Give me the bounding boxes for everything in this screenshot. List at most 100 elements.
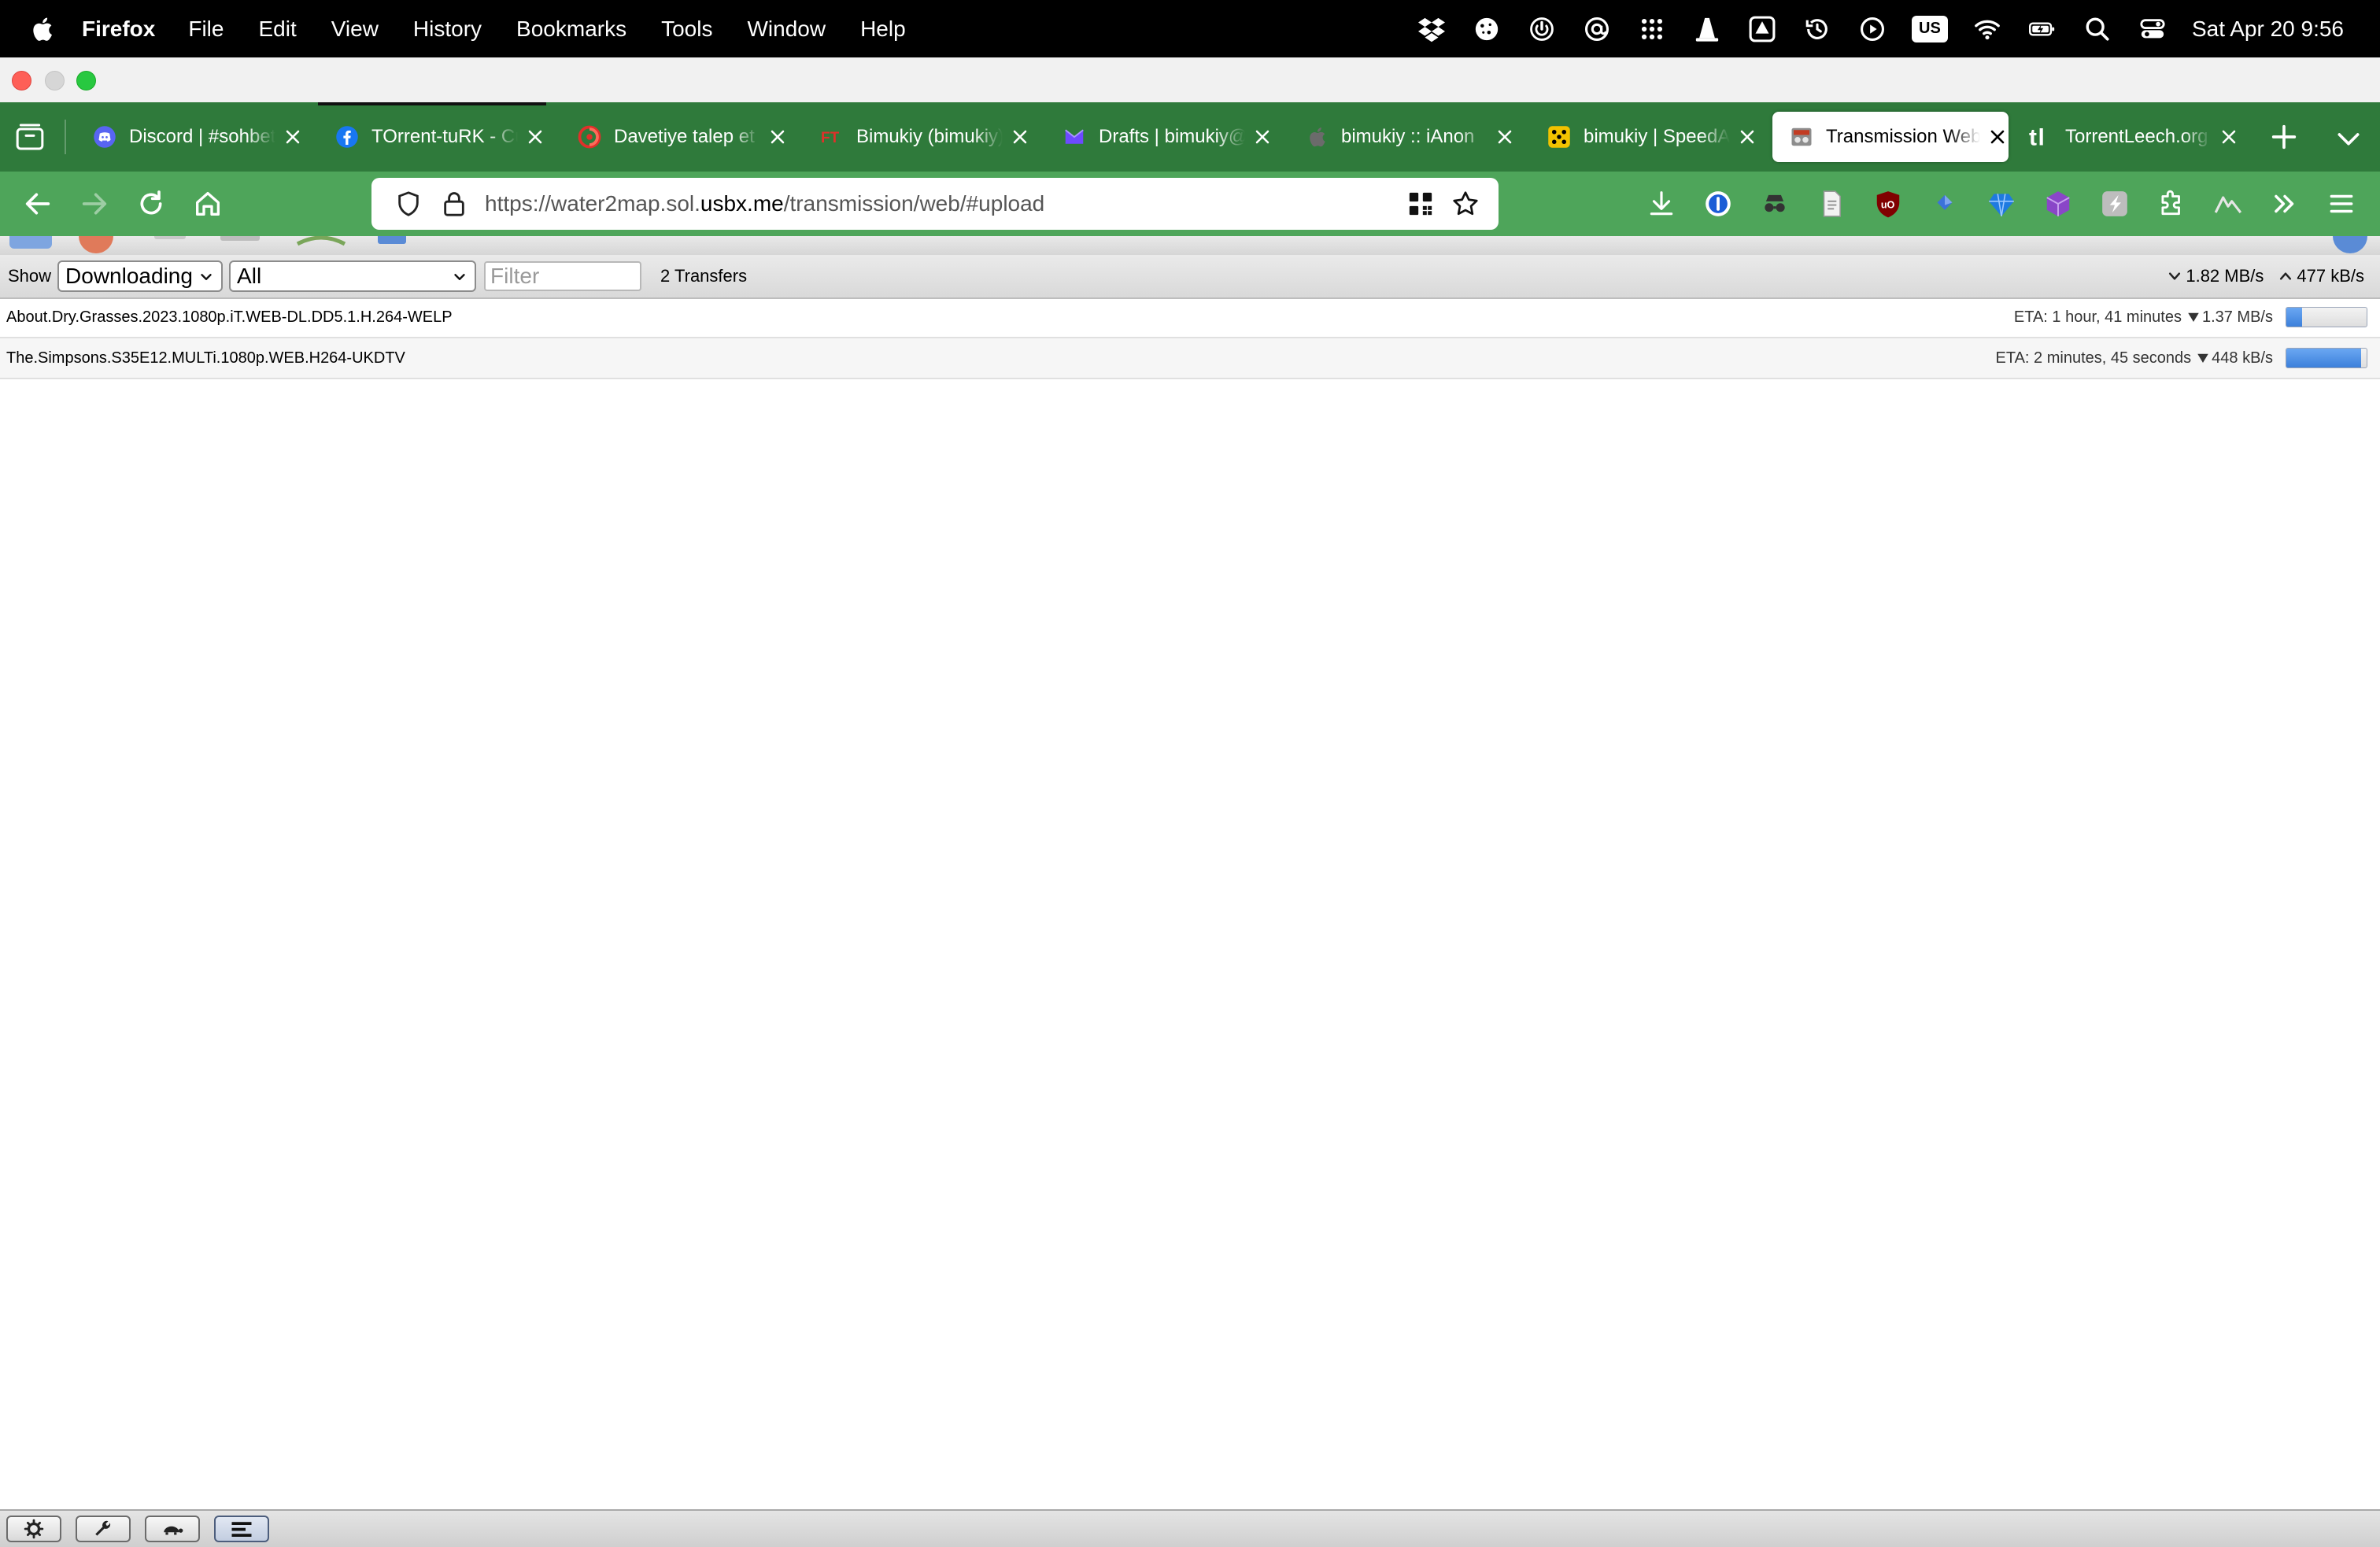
- torrent-name: About.Dry.Grasses.2023.1080p.iT.WEB-DL.D…: [6, 308, 453, 326]
- menu-tools[interactable]: Tools: [661, 17, 712, 42]
- purple-cube-icon[interactable]: [2043, 189, 2073, 219]
- time-machine-icon[interactable]: [1802, 13, 1833, 45]
- list-all-tabs-chevron-icon[interactable]: [2333, 123, 2364, 154]
- tab-discord[interactable]: Discord | #sohbet: [76, 112, 304, 162]
- keyboard-layout-indicator[interactable]: US: [1911, 15, 1948, 42]
- tab-proton-drafts[interactable]: Drafts | bimukiy@: [1045, 112, 1273, 162]
- battery-charging-icon[interactable]: [2027, 13, 2058, 45]
- mountain-a-icon[interactable]: [2213, 189, 2243, 219]
- tab-label: Davetiye talep et |: [614, 126, 760, 147]
- lock-icon[interactable]: [442, 190, 466, 217]
- status-filter-value: Downloading: [65, 264, 193, 288]
- tab-close-icon[interactable]: [1494, 126, 1516, 148]
- download-triangle-icon: [2188, 312, 2199, 322]
- extensions-puzzle-icon[interactable]: [2156, 189, 2186, 219]
- tracker-filter-select[interactable]: All: [229, 260, 477, 292]
- overflow-chevrons-icon[interactable]: [2270, 189, 2300, 219]
- tab-torrent-turk[interactable]: TOrrent-tuRK - Cu: [318, 102, 546, 162]
- tab-davetiye[interactable]: Davetiye talep et |: [560, 112, 789, 162]
- tab-strip: Discord | #sohbet TOrrent-tuRK - Cu Dave…: [0, 102, 2380, 172]
- lightning-tool-icon[interactable]: [2100, 189, 2130, 219]
- bookmark-star-icon[interactable]: [1451, 190, 1480, 218]
- firefox-view-icon[interactable]: [14, 121, 46, 153]
- forward-arrow-icon[interactable]: [79, 188, 110, 220]
- menu-file[interactable]: File: [188, 17, 224, 42]
- torrent-progress-fill: [2286, 349, 2361, 367]
- tab-close-icon[interactable]: [1251, 126, 1273, 148]
- tab-close-icon[interactable]: [767, 126, 789, 148]
- qr-code-icon[interactable]: [1407, 190, 1434, 217]
- settings-button[interactable]: [6, 1516, 61, 1542]
- torrent-eta: ETA: 2 minutes, 45 seconds: [1995, 349, 2192, 367]
- diamond-icon[interactable]: [1986, 189, 2016, 219]
- tab-close-icon[interactable]: [1736, 126, 1758, 148]
- reload-icon[interactable]: [135, 188, 167, 220]
- window-close-button[interactable]: [12, 71, 31, 90]
- global-speeds: 1.82 MB/s 477 kB/s: [2167, 266, 2380, 286]
- play-circle-icon[interactable]: [1857, 13, 1888, 45]
- new-tab-plus-icon[interactable]: [2268, 121, 2300, 153]
- at-sign-icon[interactable]: [1581, 13, 1613, 45]
- transmission-toolbar: [0, 236, 2380, 255]
- menu-app-name[interactable]: Firefox: [82, 17, 155, 42]
- apple-menu-icon[interactable]: [30, 16, 54, 42]
- tracking-protection-shield-icon[interactable]: [395, 190, 422, 217]
- hamburger-menu-icon[interactable]: [2326, 189, 2356, 219]
- filter-input[interactable]: [484, 261, 642, 291]
- spy-glasses-icon[interactable]: [1760, 189, 1790, 219]
- ublock-origin-icon[interactable]: uO: [1873, 189, 1903, 219]
- dice-icon: [1547, 125, 1571, 149]
- menu-history[interactable]: History: [413, 17, 482, 42]
- menu-help[interactable]: Help: [860, 17, 906, 42]
- torrent-row[interactable]: About.Dry.Grasses.2023.1080p.iT.WEB-DL.D…: [0, 297, 2380, 338]
- tab-close-icon[interactable]: [2218, 126, 2240, 148]
- svg-text:l: l: [2038, 124, 2045, 150]
- tab-loading-indicator: [318, 102, 546, 105]
- downloads-icon[interactable]: [1646, 189, 1676, 219]
- menubar-clock[interactable]: Sat Apr 20 9:56: [2192, 17, 2344, 42]
- inspector-button[interactable]: [76, 1516, 131, 1542]
- 1password-icon[interactable]: [1703, 189, 1733, 219]
- turtle-mode-button[interactable]: [145, 1516, 200, 1542]
- home-icon[interactable]: [192, 188, 224, 220]
- tab-close-icon[interactable]: [1986, 126, 2009, 148]
- tab-close-icon[interactable]: [282, 126, 304, 148]
- tab-transmission-web[interactable]: Transmission Web: [1772, 112, 2009, 162]
- torrent-rate: 448 kB/s: [2196, 349, 2273, 367]
- torrent-row[interactable]: The.Simpsons.S35E12.MULTi.1080p.WEB.H264…: [0, 338, 2380, 379]
- blue-kite-icon[interactable]: [1930, 189, 1960, 219]
- tab-bimukiy-ft[interactable]: FT Bimukiy (bimukiy): [803, 112, 1031, 162]
- address-bar[interactable]: https://water2map.sol.usbx.me/transmissi…: [371, 178, 1499, 230]
- tab-label: TorrentLeech.org: [2065, 126, 2208, 147]
- tab-torrentleech[interactable]: tl TorrentLeech.org: [2012, 112, 2240, 162]
- status-filter-select[interactable]: Downloading: [57, 260, 224, 292]
- svg-text:uO: uO: [1881, 200, 1895, 211]
- menu-window[interactable]: Window: [747, 17, 826, 42]
- url-path: /transmission/web/#upload: [783, 191, 1045, 216]
- control-center-icon[interactable]: [2137, 13, 2168, 45]
- tab-close-icon[interactable]: [1009, 126, 1031, 148]
- menu-edit[interactable]: Edit: [258, 17, 296, 42]
- compact-view-button[interactable]: [214, 1516, 269, 1542]
- spotlight-search-icon[interactable]: [2082, 13, 2113, 45]
- grid-dots-icon[interactable]: [1636, 13, 1668, 45]
- cookie-icon[interactable]: [1471, 13, 1502, 45]
- back-arrow-icon[interactable]: [22, 188, 54, 220]
- apple-icon: [1305, 125, 1329, 149]
- dropbox-icon[interactable]: [1416, 13, 1447, 45]
- tab-speedapp[interactable]: bimukiy | SpeedAp: [1530, 112, 1758, 162]
- tab-ianon[interactable]: bimukiy :: iAnon: [1288, 112, 1516, 162]
- vlc-cone-icon[interactable]: [1691, 13, 1723, 45]
- menu-bookmarks[interactable]: Bookmarks: [516, 17, 626, 42]
- menu-view[interactable]: View: [331, 17, 379, 42]
- document-icon[interactable]: [1816, 189, 1846, 219]
- power-timer-icon[interactable]: [1526, 13, 1558, 45]
- wifi-icon[interactable]: [1972, 13, 2003, 45]
- window-zoom-button[interactable]: [76, 71, 96, 90]
- tab-close-icon[interactable]: [524, 126, 546, 148]
- discord-icon: [93, 125, 116, 149]
- url-text[interactable]: https://water2map.sol.usbx.me/transmissi…: [485, 191, 1044, 216]
- google-drive-icon[interactable]: [1746, 13, 1778, 45]
- window-minimize-button[interactable]: [45, 71, 65, 90]
- tab-label: TOrrent-tuRK - Cu: [371, 126, 518, 147]
